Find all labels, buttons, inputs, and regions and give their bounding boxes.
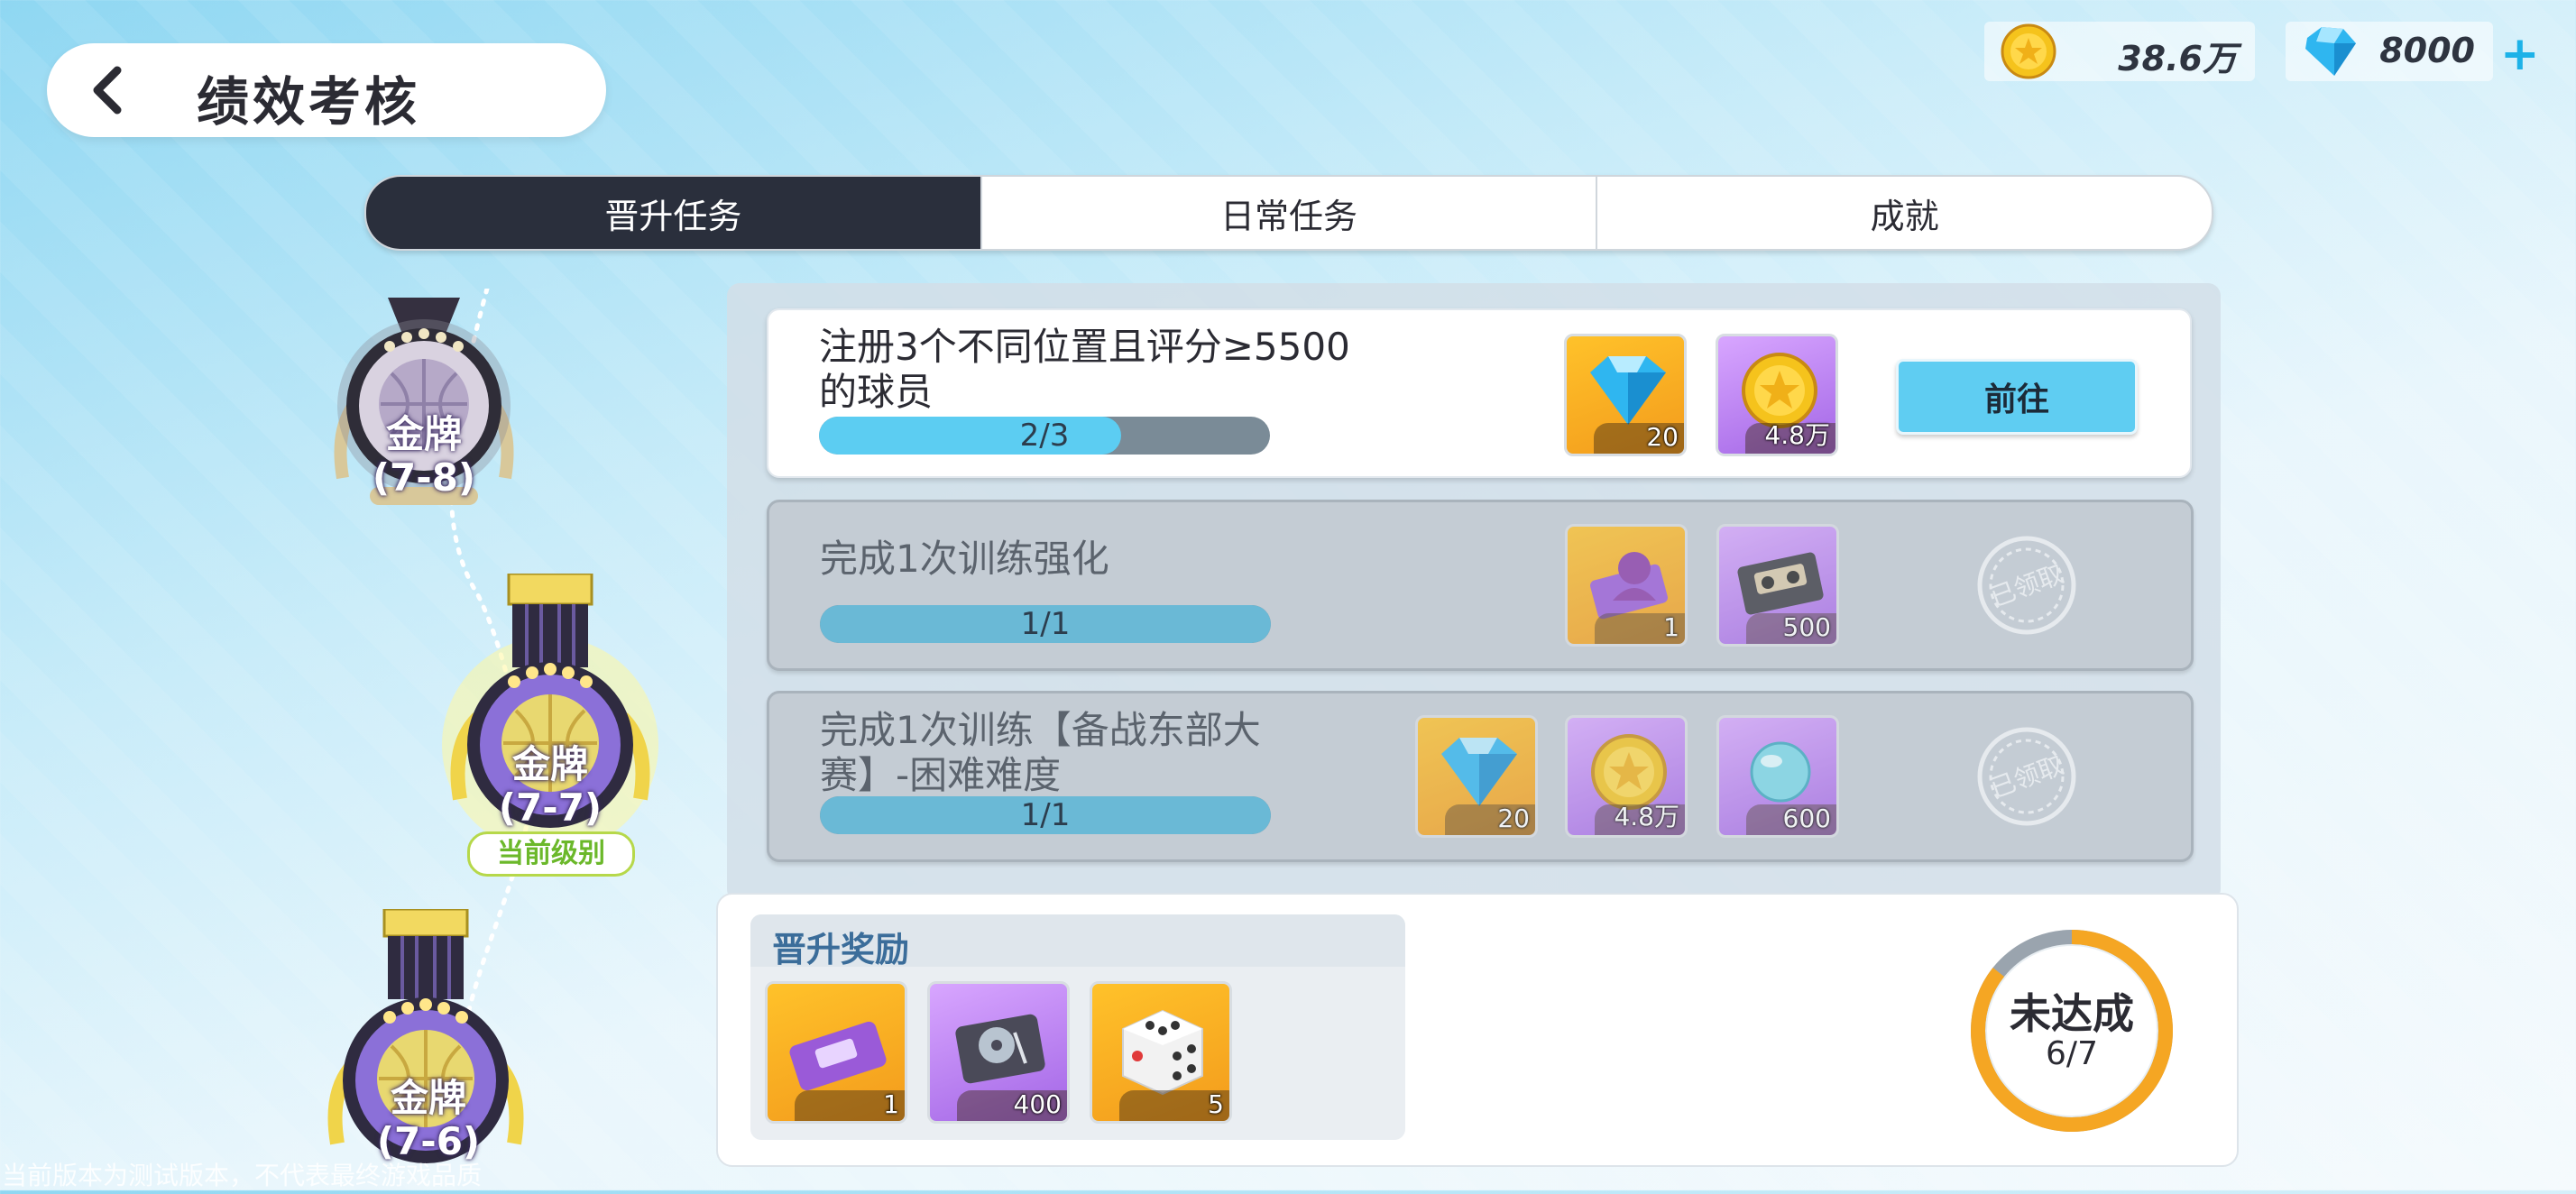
reward-count: 600 (1782, 804, 1831, 833)
task-progress-bar: 2/3 (819, 417, 1270, 455)
tab-daily-tasks[interactable]: 日常任务 (980, 177, 1596, 249)
reward-item[interactable]: 400 (927, 981, 1070, 1124)
reward-item[interactable]: 5 (1090, 981, 1232, 1124)
dice-icon (1122, 1009, 1203, 1096)
go-button[interactable]: 前往 (1896, 359, 2138, 435)
stamp-text: 已领取 (1986, 750, 2067, 804)
task-progress-bar: 1/1 (820, 796, 1271, 834)
coin-amount: 38.6万 (2118, 39, 2237, 78)
task-description: 注册3个不同位置且评分≥5500的球员 (819, 325, 1350, 414)
task-description: 完成1次训练【备战东部大赛】-困难难度 (820, 708, 1261, 797)
claimed-stamp-icon: 已领取 (1977, 727, 2076, 826)
task-description: 完成1次训练强化 (820, 537, 1109, 581)
promotion-status: 未达成 (2010, 989, 2134, 1038)
coin-icon (2001, 23, 2056, 79)
reward-item[interactable]: 4.8万 (1565, 715, 1688, 838)
reward-count: 20 (1646, 422, 1679, 452)
page-title: 绩效考核 (197, 71, 421, 133)
title-bar: 绩效考核 (47, 43, 606, 137)
hard-drive-icon (955, 1014, 1045, 1084)
reward-item[interactable]: 1 (1565, 524, 1688, 647)
medal-name: 金牌 (385, 412, 462, 456)
reward-count: 20 (1497, 804, 1530, 833)
medal-level-7-6[interactable]: 金牌 (7-6) (316, 907, 541, 1190)
task-progress-bar: 1/1 (820, 605, 1271, 643)
reward-count: 5 (1208, 1089, 1224, 1119)
tab-promotion-tasks[interactable]: 晋升任务 (366, 177, 980, 249)
progress-text: 1/1 (1020, 797, 1071, 833)
medal-level-7-8[interactable]: 金牌 (7-8) (316, 298, 532, 541)
reward-count: 400 (1013, 1089, 1062, 1119)
back-arrow-icon (93, 66, 122, 115)
promotion-reward-box: 晋升奖励 1 400 5 (750, 914, 1405, 1140)
reward-item[interactable]: 600 (1716, 715, 1839, 838)
reward-item[interactable]: 20 (1415, 715, 1538, 838)
reward-count: 4.8万 (1614, 802, 1679, 831)
test-version-watermark: 当前版本为测试版本，不代表最终游戏品质 (2, 1161, 483, 1190)
reward-count: 4.8万 (1764, 420, 1830, 450)
promotion-progress-text: 6/7 (2046, 1035, 2098, 1072)
task-card: 注册3个不同位置且评分≥5500的球员 2/3 20 4.8万 前往 (767, 308, 2192, 478)
reward-item[interactable]: 20 (1564, 334, 1687, 456)
medal-level-7-7[interactable]: 金牌 (7-7) (433, 572, 667, 853)
reward-count: 500 (1782, 612, 1831, 642)
medal-name: 金牌 (511, 742, 588, 786)
medal-level: (7-7) (498, 785, 603, 830)
tab-achievements[interactable]: 成就 (1596, 177, 2212, 249)
reward-title: 晋升奖励 (772, 930, 910, 969)
current-level-badge: 当前级别 (467, 831, 635, 877)
reward-item[interactable]: 4.8万 (1716, 334, 1838, 456)
claimed-stamp: 已领取 (1974, 724, 2079, 829)
reward-item[interactable]: 1 (765, 981, 907, 1124)
reward-item[interactable]: 500 (1716, 524, 1839, 647)
diamond-amount: 8000 (2379, 31, 2475, 70)
progress-text: 2/3 (1019, 418, 1070, 454)
task-card: 完成1次训练【备战东部大赛】-困难难度 1/1 20 4.8万 600 已领取 (767, 691, 2194, 862)
stamp-text: 已领取 (1986, 559, 2067, 613)
claimed-stamp-icon: 已领取 (1977, 536, 2076, 635)
add-diamond-button[interactable]: + (2500, 27, 2540, 81)
diamond-counter: 8000 (2286, 22, 2493, 81)
diamond-icon (2305, 27, 2356, 76)
reward-count: 1 (1663, 612, 1679, 642)
coin-counter: 38.6万 (1984, 22, 2255, 81)
promotion-reward-panel: 晋升奖励 1 400 5 未达成 6/7 (716, 893, 2239, 1167)
task-card: 完成1次训练强化 1/1 1 500 已领取 (767, 500, 2194, 671)
ticket-icon (789, 1021, 887, 1091)
progress-text: 1/1 (1020, 606, 1071, 642)
claimed-stamp: 已领取 (1974, 533, 2079, 638)
medal-level: (7-8) (372, 455, 476, 500)
reward-count: 1 (883, 1089, 899, 1119)
tab-bar: 晋升任务 日常任务 成就 (364, 175, 2213, 251)
medal-name: 金牌 (390, 1076, 466, 1120)
back-button[interactable] (83, 65, 133, 115)
